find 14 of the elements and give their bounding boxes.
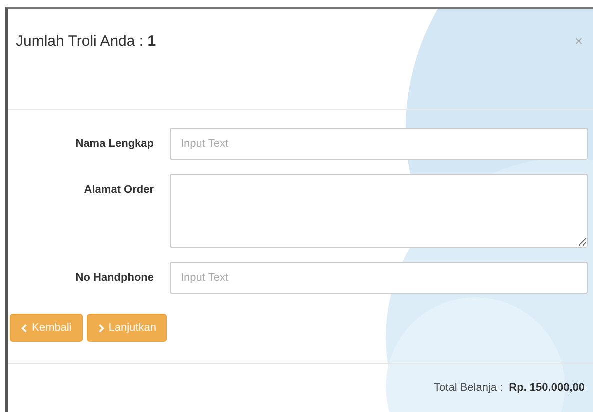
total-label: Total Belanja : [434,382,504,394]
total-amount: Rp. 150.000,00 [509,382,585,394]
close-button[interactable]: × [572,33,585,49]
field-label: No Handphone [74,271,155,284]
field-label: Alamat Order [83,183,155,196]
next-button[interactable]: Lanjutkan [86,314,168,342]
back-button[interactable]: Kembali [10,314,83,342]
address-field[interactable] [170,174,588,248]
modal-title: Jumlah Troli Anda : 1 [16,33,156,50]
chevron-right-icon [98,324,105,332]
input-field[interactable]: Input Text [170,128,588,160]
chevron-left-icon [21,324,28,332]
input-field[interactable]: Input Text [170,262,588,294]
field-label: Nama Lengkap [74,137,155,150]
